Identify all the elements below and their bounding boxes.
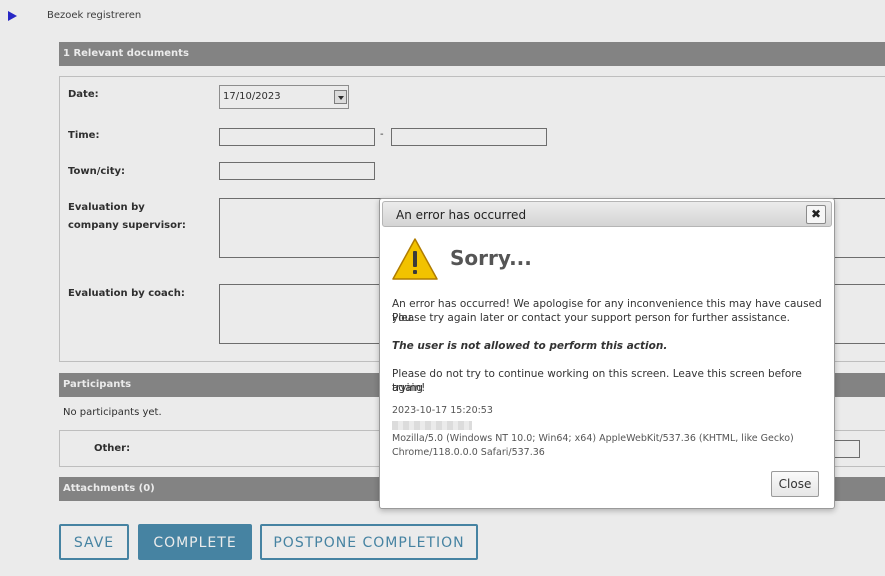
error-dialog: An error has occurred ✖ Sorry... An erro… (379, 198, 835, 509)
close-icon[interactable]: ✖ (806, 205, 826, 224)
user-agent-line2: Chrome/118.0.0.0 Safari/537.36 (392, 447, 545, 458)
error-detail: The user is not allowed to perform this … (392, 340, 668, 352)
close-button[interactable]: Close (771, 471, 819, 497)
redacted-text (392, 421, 472, 430)
dialog-title: An error has occurred (396, 208, 527, 222)
dialog-title-bar: An error has occurred ✖ (382, 201, 832, 227)
dialog-heading: Sorry... (450, 246, 532, 270)
warning-icon (392, 238, 438, 280)
advice-line2: again! (392, 382, 426, 394)
user-agent-line1: Mozilla/5.0 (Windows NT 10.0; Win64; x64… (392, 433, 794, 444)
error-message-line2: Please try again later or contact your s… (392, 312, 790, 324)
error-timestamp: 2023-10-17 15:20:53 (392, 405, 493, 416)
